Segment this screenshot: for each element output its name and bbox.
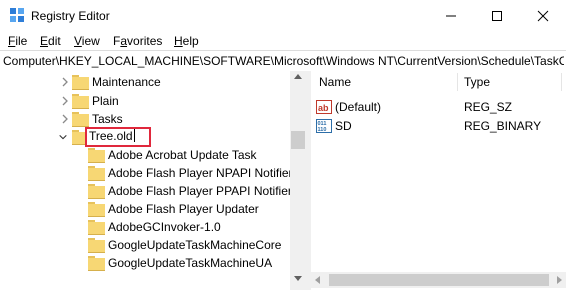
tree-item-child[interactable]: Adobe Flash Player NPAPI Notifier xyxy=(0,164,293,182)
tree-item-label: GoogleUpdateTaskMachineCore xyxy=(108,238,282,252)
tree-item-label: GoogleUpdateTaskMachineUA xyxy=(108,256,273,270)
folder-icon xyxy=(88,166,105,181)
tree-item-label: Maintenance xyxy=(92,75,161,89)
binary-value-icon: 011 110 xyxy=(316,119,332,133)
folder-icon xyxy=(72,94,89,109)
tree-item-child[interactable]: AdobeGCInvoker-1.0 xyxy=(0,218,290,236)
tree-item-maintenance[interactable]: Maintenance xyxy=(0,73,290,91)
address-bar[interactable]: Computer\HKEY_LOCAL_MACHINE\SOFTWARE\Mic… xyxy=(0,50,566,72)
value-type: REG_SZ xyxy=(464,100,513,114)
column-header-type[interactable]: Type xyxy=(464,71,490,93)
folder-icon xyxy=(88,256,105,271)
value-type: REG_BINARY xyxy=(464,119,542,133)
maximize-button[interactable] xyxy=(474,0,520,31)
scroll-right-icon[interactable] xyxy=(557,276,562,284)
value-row-default[interactable]: ab (Default) REG_SZ xyxy=(311,98,566,116)
tree-vertical-scrollbar[interactable] xyxy=(290,71,306,290)
tree-item-child[interactable]: GoogleUpdateTaskMachineUA xyxy=(0,254,290,272)
tree-item-label: Tasks xyxy=(92,112,123,126)
menu-favorites[interactable]: Favorites xyxy=(113,34,162,48)
folder-icon xyxy=(88,220,105,235)
tree-item-child[interactable]: GoogleUpdateTaskMachineCore xyxy=(0,236,290,254)
tree-item-tasks[interactable]: Tasks xyxy=(0,110,290,128)
text-caret xyxy=(133,129,135,142)
tree-item-label: Adobe Flash Player NPAPI Notifier xyxy=(108,166,293,180)
registry-editor-icon xyxy=(10,8,24,22)
tree-item-label: Adobe Acrobat Update Task xyxy=(108,148,257,162)
close-button[interactable] xyxy=(520,0,566,31)
title-bar: Registry Editor xyxy=(0,0,566,31)
values-pane[interactable]: Name Type ab (Default) REG_SZ 011 110 SD… xyxy=(311,71,566,290)
folder-icon xyxy=(88,148,105,163)
column-divider[interactable] xyxy=(561,73,562,91)
tree-item-label: AdobeGCInvoker-1.0 xyxy=(108,220,221,234)
chevron-right-icon[interactable] xyxy=(60,95,70,107)
rename-input[interactable]: Tree.old xyxy=(85,127,151,147)
menu-help[interactable]: Help xyxy=(174,34,199,48)
folder-icon xyxy=(88,202,105,217)
minimize-button[interactable] xyxy=(428,0,474,31)
value-name: SD xyxy=(335,119,352,133)
maximize-icon xyxy=(492,10,502,21)
column-header-name[interactable]: Name xyxy=(319,71,351,93)
chevron-down-icon[interactable] xyxy=(58,131,68,143)
values-horizontal-scrollbar[interactable] xyxy=(311,272,566,288)
column-divider[interactable] xyxy=(457,73,458,91)
scrollbar-thumb[interactable] xyxy=(329,274,549,286)
tree-item-label: Adobe Flash Player Updater xyxy=(108,202,259,216)
tree-item-label: Adobe Flash Player PPAPI Notifier xyxy=(108,184,292,198)
tree-item-label: Plain xyxy=(92,94,119,108)
key-tree-pane[interactable]: Maintenance Plain Tasks Tree.old Adobe A… xyxy=(0,71,306,290)
window-title: Registry Editor xyxy=(31,9,110,23)
scrollbar-thumb[interactable] xyxy=(291,131,305,149)
folder-icon xyxy=(72,112,89,127)
minimize-icon xyxy=(446,15,456,16)
svg-text:110: 110 xyxy=(318,127,327,133)
folder-icon xyxy=(72,75,89,90)
menu-bar: File Edit View Favorites Help xyxy=(0,31,566,50)
tree-item-plain[interactable]: Plain xyxy=(0,92,290,110)
value-row-sd[interactable]: 011 110 SD REG_BINARY xyxy=(311,117,566,135)
menu-view[interactable]: View xyxy=(74,34,100,48)
tree-item-child[interactable]: Adobe Acrobat Update Task xyxy=(0,146,290,164)
tree-item-child[interactable]: Adobe Flash Player PPAPI Notifier xyxy=(0,182,292,200)
close-icon xyxy=(537,10,549,21)
chevron-right-icon[interactable] xyxy=(60,113,70,125)
folder-icon xyxy=(88,184,105,199)
scroll-left-icon[interactable] xyxy=(315,276,320,284)
value-name: (Default) xyxy=(335,100,382,114)
menu-file[interactable]: File xyxy=(8,34,27,48)
string-value-icon: ab xyxy=(316,100,332,114)
address-path[interactable]: Computer\HKEY_LOCAL_MACHINE\SOFTWARE\Mic… xyxy=(3,54,564,68)
scroll-down-icon[interactable] xyxy=(294,276,302,281)
chevron-right-icon[interactable] xyxy=(60,76,70,88)
menu-edit[interactable]: Edit xyxy=(40,34,61,48)
scroll-up-icon[interactable] xyxy=(294,74,302,79)
svg-text:ab: ab xyxy=(318,103,329,113)
rename-input-value: Tree.old xyxy=(89,129,133,143)
tree-item-child[interactable]: Adobe Flash Player Updater xyxy=(0,200,290,218)
folder-icon xyxy=(88,238,105,253)
